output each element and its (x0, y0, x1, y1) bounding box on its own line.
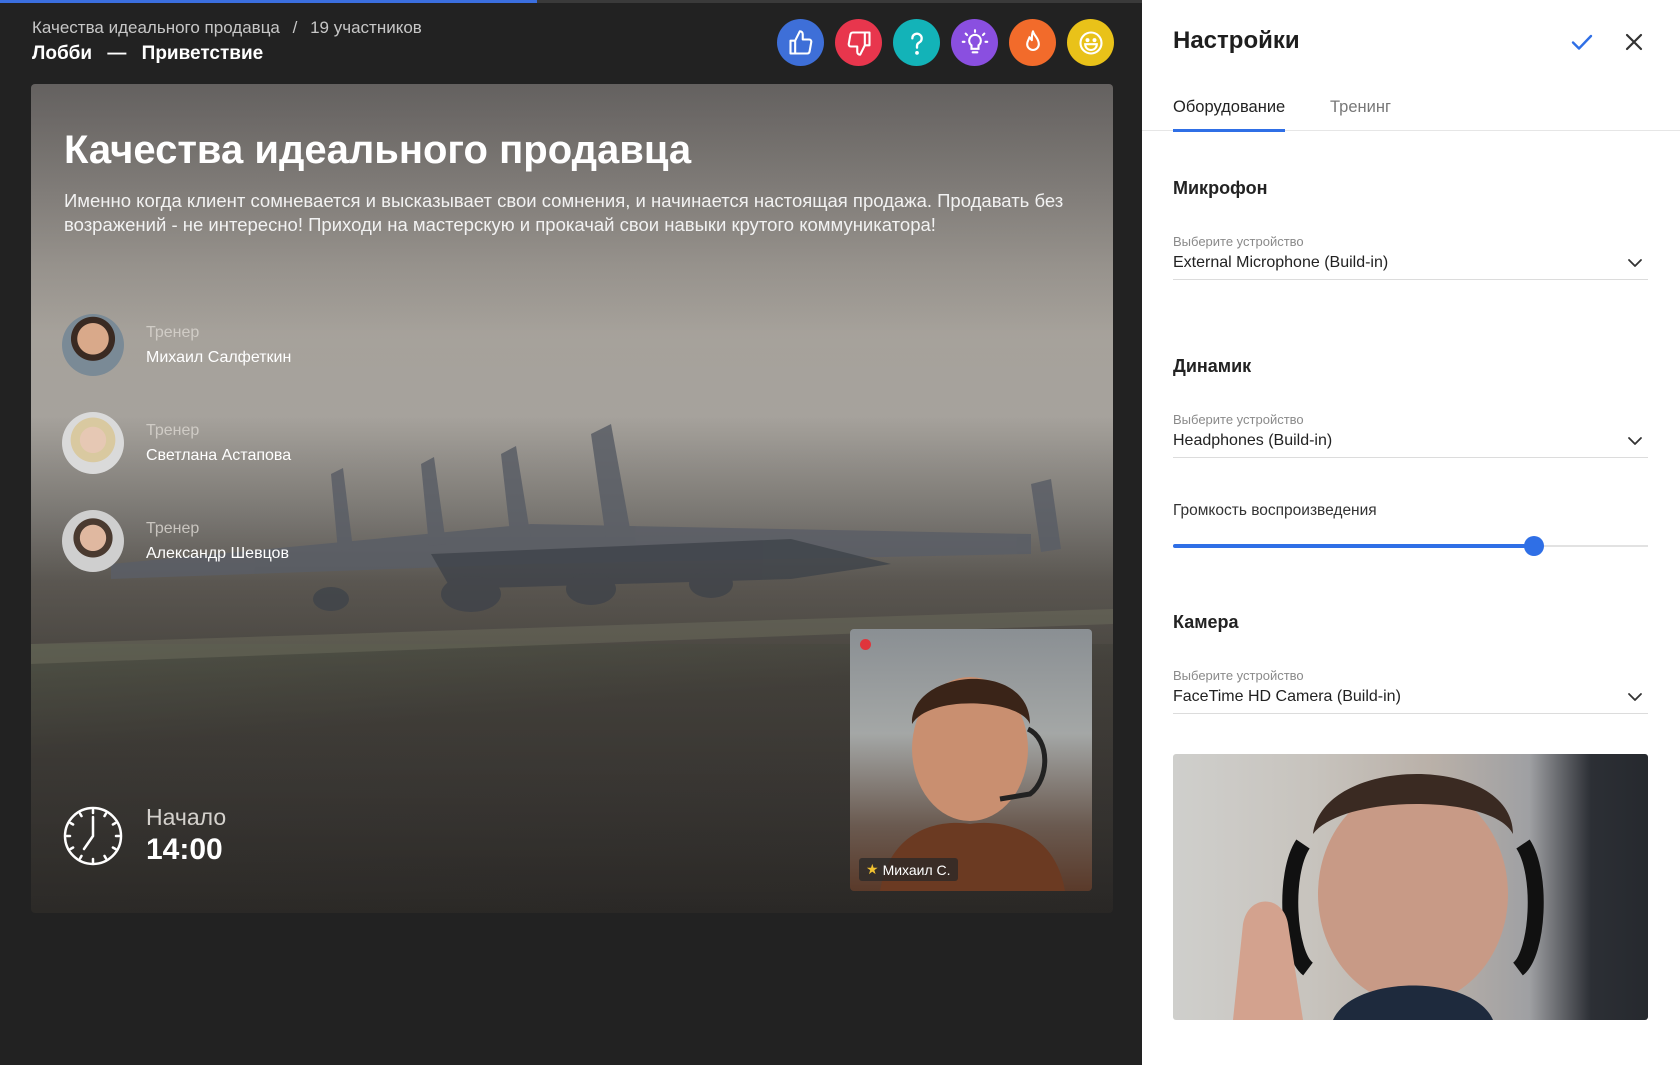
smile-icon (1078, 30, 1103, 55)
camera-preview (1173, 754, 1648, 1020)
room-name: Лобби (32, 43, 93, 64)
tab-equipment[interactable]: Оборудование (1173, 98, 1286, 132)
star-icon: ★ (866, 861, 879, 877)
start-time-block: Начало 14:00 (62, 804, 226, 867)
chevron-down-icon (1628, 693, 1642, 701)
title-dash: — (107, 43, 127, 64)
trainer-name: Александр Шевцов (146, 544, 289, 562)
camera-preview-image (1233, 774, 1544, 1020)
microphone-select-hint: Выберите устройство (1173, 234, 1304, 249)
thumbs-up-icon (788, 29, 812, 55)
trainer-item[interactable]: Тренер Александр Шевцов (62, 510, 289, 572)
clock-icon (63, 806, 123, 865)
volume-slider-fill (1173, 544, 1534, 548)
trainer-name: Михаил Салфеткин (146, 348, 292, 366)
microphone-section-title: Микрофон (1173, 178, 1268, 198)
course-name[interactable]: Качества идеального продавца (32, 18, 280, 37)
camera-section-title: Камера (1173, 612, 1239, 632)
settings-panel: Настройки Оборудование Тренинг Микрофон … (1142, 0, 1680, 1065)
trainer-role: Тренер (146, 421, 200, 439)
avatar (62, 314, 124, 376)
speaker-select-hint: Выберите устройство (1173, 412, 1304, 427)
trainer-role: Тренер (146, 323, 200, 341)
volume-slider-handle[interactable] (1524, 536, 1544, 556)
session-progress-fill (0, 0, 537, 3)
trainer-name: Светлана Астапова (146, 446, 292, 464)
settings-title: Настройки (1173, 27, 1300, 54)
breadcrumb: Качества идеального продавца / 19 участн… (32, 18, 422, 38)
reaction-dislike-button[interactable] (835, 19, 882, 66)
check-icon[interactable] (1567, 27, 1597, 57)
recording-indicator (860, 639, 871, 650)
thumbs-down-icon (847, 30, 871, 56)
reaction-like-button[interactable] (777, 19, 824, 66)
camera-select-hint: Выберите устройство (1173, 668, 1304, 683)
camera-select[interactable]: Выберите устройство FaceTime HD Camera (… (1173, 668, 1648, 714)
speaker-select[interactable]: Выберите устройство Headphones (Build-in… (1173, 412, 1648, 458)
reaction-smile-button[interactable] (1067, 19, 1114, 66)
participants-count[interactable]: 19 участников (310, 18, 422, 37)
main-area: Качества идеального продавца / 19 участн… (0, 0, 1142, 1065)
reaction-idea-button[interactable] (951, 19, 998, 66)
section-name: Приветствие (141, 43, 264, 64)
settings-tabs: Оборудование Тренинг (1142, 96, 1680, 132)
start-time: 14:00 (146, 833, 223, 866)
reactions-bar (777, 19, 1114, 66)
microphone-select[interactable]: Выберите устройство External Microphone … (1173, 234, 1648, 280)
chevron-down-icon (1628, 259, 1642, 267)
avatar (62, 510, 124, 572)
stage-banner: Качества идеального продавца Именно когд… (31, 84, 1113, 913)
question-icon (910, 32, 923, 55)
speaker-video-image (880, 677, 1065, 891)
start-label: Начало (146, 804, 227, 830)
reaction-question-button[interactable] (893, 19, 940, 66)
lightbulb-icon (961, 28, 988, 53)
avatar (62, 412, 124, 474)
session-progress-bar (0, 0, 1142, 3)
close-icon[interactable] (1619, 27, 1649, 57)
trainer-role: Тренер (146, 519, 200, 537)
volume-slider[interactable] (1173, 536, 1648, 556)
microphone-select-value: External Microphone (Build-in) (1173, 254, 1389, 271)
stage-title: Качества идеального продавца (64, 128, 692, 172)
fire-icon (1025, 29, 1040, 51)
camera-select-value: FaceTime HD Camera (Build-in) (1173, 688, 1401, 705)
volume-label: Громкость воспроизведения (1173, 502, 1377, 519)
speaker-video-tile[interactable]: ★ Михаил С. (850, 629, 1092, 891)
stage-description: Именно когда клиент сомневается и высказ… (64, 190, 1064, 235)
tab-training[interactable]: Тренинг (1330, 98, 1391, 129)
speaker-name: Михаил С. (882, 861, 951, 878)
speaker-select-value: Headphones (Build-in) (1173, 432, 1333, 449)
speaker-name-tag: ★ Михаил С. (859, 858, 958, 881)
reaction-fire-button[interactable] (1009, 19, 1056, 66)
location-title: Лобби — Приветствие (32, 43, 263, 65)
trainer-item[interactable]: Тренер Михаил Салфеткин (62, 314, 291, 376)
chevron-down-icon (1628, 437, 1642, 445)
breadcrumb-separator: / (292, 18, 298, 37)
speaker-section-title: Динамик (1173, 356, 1252, 376)
trainer-item[interactable]: Тренер Светлана Астапова (62, 412, 291, 474)
